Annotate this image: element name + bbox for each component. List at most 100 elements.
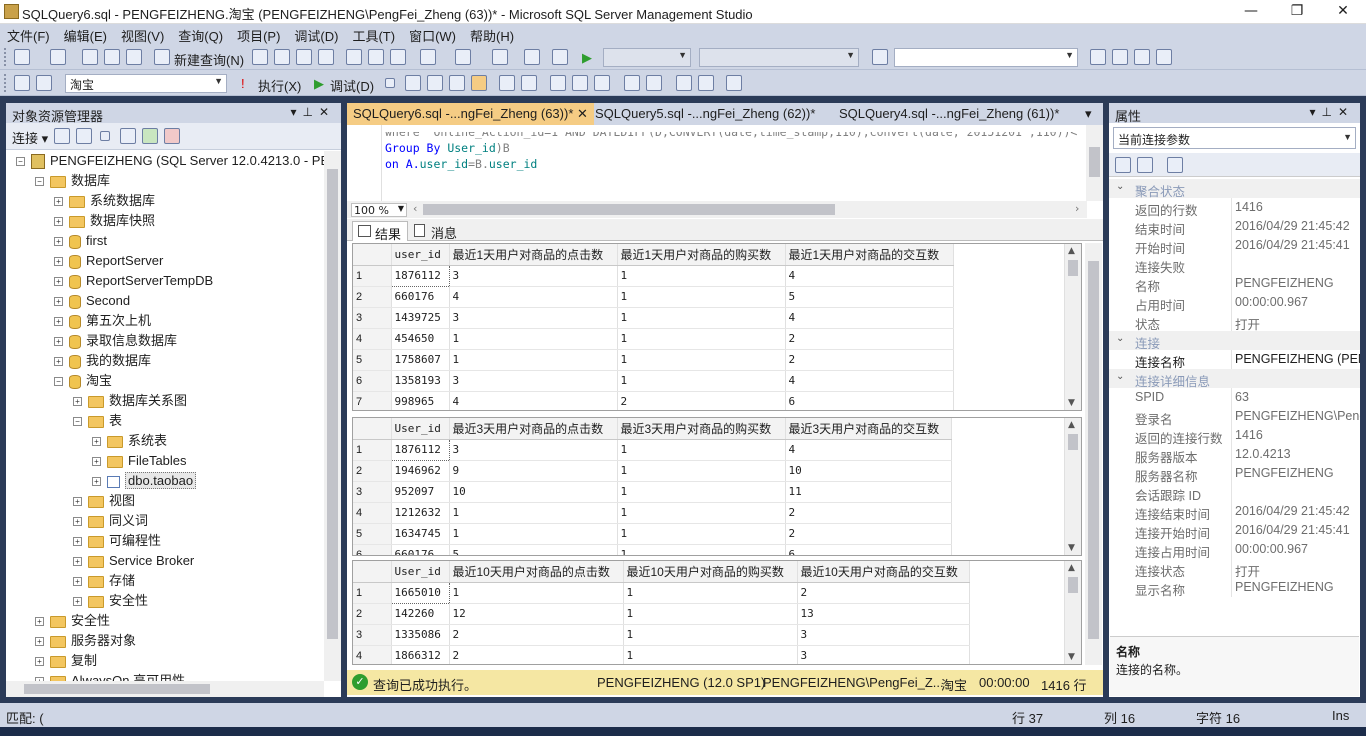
expand-icon[interactable]: + [54, 297, 63, 307]
table-cell[interactable]: 1 [449, 328, 618, 350]
results-to-grid-icon[interactable] [471, 75, 487, 91]
property-row[interactable]: 名称 PENGFEIZHENG [1109, 274, 1360, 293]
tab-list-dropdown[interactable]: ▾ [1081, 103, 1096, 125]
column-header[interactable]: 最近3天用户对商品的购买数 [617, 418, 786, 440]
scroll-down-icon[interactable]: ▼ [1068, 398, 1075, 408]
row-number-cell[interactable]: 3 [353, 624, 392, 646]
tab-messages[interactable]: 消息 [409, 221, 463, 241]
property-row[interactable]: 占用时间 00:00:00.967 [1109, 293, 1360, 312]
live-stats-icon[interactable] [521, 75, 537, 91]
property-row[interactable]: 返回的连接行数 1416 [1109, 426, 1360, 445]
available-databases-combo[interactable]: 淘宝 ▼ [65, 74, 227, 93]
table-cell[interactable]: 1 [617, 481, 786, 503]
scroll-thumb[interactable] [1068, 434, 1078, 450]
property-row[interactable]: 连接名称 PENGFEIZHENG (PEN [1109, 350, 1360, 369]
tree-node[interactable]: +AlwaysOn 高可用性 [35, 671, 185, 681]
collapse-icon[interactable]: − [54, 377, 63, 387]
table-cell[interactable]: 1 [623, 624, 798, 646]
table-row[interactable]: 1 1876112 3 1 4 [353, 438, 952, 461]
table-cell[interactable]: 6 [785, 544, 952, 555]
table-cell[interactable]: 1866312 [391, 645, 450, 664]
tab-sqlquery4[interactable]: SQLQuery4.sql -...ngFei_Zheng (61))* [833, 103, 1065, 125]
table-cell[interactable]: 2 [785, 328, 954, 350]
row-number-cell[interactable]: 4 [353, 328, 392, 350]
table-cell[interactable]: 13 [797, 603, 970, 625]
scroll-down-icon[interactable]: ▼ [1068, 652, 1075, 662]
screenshot-icon[interactable] [552, 49, 568, 65]
table-cell[interactable]: 1 [617, 370, 786, 392]
table-cell[interactable]: 1 [617, 502, 786, 524]
tree-node[interactable]: + 安全性 [35, 611, 110, 631]
tree-node[interactable]: + 系统表 [92, 431, 167, 451]
tree-node[interactable]: + ReportServer [54, 251, 163, 271]
redo-icon[interactable] [455, 49, 471, 65]
uncomment-icon[interactable] [646, 75, 662, 91]
collapse-icon[interactable]: ⌄ [1116, 181, 1124, 192]
column-header[interactable]: 最近1天用户对商品的购买数 [617, 244, 786, 266]
comment-icon[interactable] [624, 75, 640, 91]
property-category[interactable]: ⌄ 连接 [1109, 331, 1360, 350]
property-row[interactable]: 连接结束时间 2016/04/29 21:45:42 [1109, 502, 1360, 521]
expand-icon[interactable]: + [54, 337, 63, 347]
table-cell[interactable]: 4 [785, 370, 954, 392]
table-row[interactable]: 4 1866312 2 1 3 [353, 645, 970, 664]
expand-icon[interactable]: + [54, 197, 63, 207]
tab-results[interactable]: 结果 [352, 221, 409, 242]
table-cell[interactable]: 1439725 [391, 307, 450, 329]
property-row[interactable]: 连接占用时间 00:00:00.967 [1109, 540, 1360, 559]
refresh-icon[interactable] [142, 128, 158, 144]
scroll-thumb[interactable] [1088, 261, 1099, 639]
expand-icon[interactable]: + [73, 557, 82, 567]
results-vertical-scrollbar[interactable] [1085, 243, 1102, 665]
scroll-thumb[interactable] [327, 169, 338, 639]
results-to-file-icon[interactable] [572, 75, 588, 91]
row-number-cell[interactable]: 2 [353, 286, 392, 308]
table-cell[interactable]: 6 [785, 391, 954, 410]
row-number-cell[interactable]: 2 [353, 460, 392, 482]
table-cell[interactable]: 1 [449, 349, 618, 371]
expand-icon[interactable]: + [54, 357, 63, 367]
tree-node[interactable]: + 可编程性 [73, 531, 161, 551]
expand-icon[interactable]: + [73, 497, 82, 507]
table-cell[interactable]: 1212632 [391, 502, 450, 524]
toolbar-grip[interactable] [4, 48, 8, 66]
property-category[interactable]: ⌄ 聚合状态 [1109, 179, 1360, 198]
row-number-cell[interactable]: 6 [353, 544, 392, 555]
tree-node[interactable]: + 数据库关系图 [73, 391, 187, 411]
collapse-icon[interactable]: − [73, 417, 82, 427]
property-row[interactable]: 会话跟踪 ID [1109, 483, 1360, 502]
change-connection-icon[interactable] [36, 75, 52, 91]
table-row[interactable]: 3 952097 10 1 11 [353, 481, 952, 503]
debug-button[interactable]: 调试(D) [330, 76, 374, 95]
table-cell[interactable]: 4 [785, 265, 954, 287]
column-header[interactable]: 最近10天用户对商品的点击数 [449, 561, 624, 583]
scroll-right-icon[interactable]: › [1075, 202, 1079, 215]
property-row[interactable]: 连接开始时间 2016/04/29 21:45:41 [1109, 521, 1360, 540]
table-cell[interactable]: 9 [449, 460, 618, 482]
mdx-query-icon[interactable] [296, 49, 312, 65]
minimize-button[interactable]: — [1228, 0, 1274, 24]
expand-icon[interactable]: + [35, 637, 44, 647]
row-number-cell[interactable]: 7 [353, 391, 392, 410]
display-plan-icon[interactable] [427, 75, 443, 91]
property-grid[interactable]: ⌄ 聚合状态 返回的行数 1416 结束时间 2016/04/29 21:45:42 开始时… [1109, 179, 1360, 599]
xmla-query-icon[interactable] [318, 49, 334, 65]
db-engine-query-icon[interactable] [252, 49, 268, 65]
row-number-cell[interactable]: 2 [353, 603, 392, 625]
save-all-icon[interactable] [126, 49, 142, 65]
table-cell[interactable]: 660176 [391, 544, 450, 555]
row-number-cell[interactable]: 3 [353, 481, 392, 503]
row-number-cell[interactable]: 1 [353, 582, 392, 604]
table-cell[interactable]: 2 [797, 582, 970, 604]
new-query-icon[interactable] [154, 49, 170, 65]
tree-horizontal-scrollbar[interactable] [6, 681, 324, 697]
cut-icon[interactable] [346, 49, 362, 65]
table-cell[interactable]: 454650 [391, 328, 450, 350]
property-row[interactable]: 状态 打开 [1109, 312, 1360, 331]
property-row[interactable]: 服务器名称 PENGFEIZHENG [1109, 464, 1360, 483]
new-project-icon[interactable] [14, 49, 30, 65]
results-to-text-icon[interactable] [550, 75, 566, 91]
column-header[interactable]: 最近3天用户对商品的交互数 [785, 418, 952, 440]
find-combo[interactable]: ▼ [894, 48, 1078, 67]
table-cell[interactable]: 11 [785, 481, 952, 503]
